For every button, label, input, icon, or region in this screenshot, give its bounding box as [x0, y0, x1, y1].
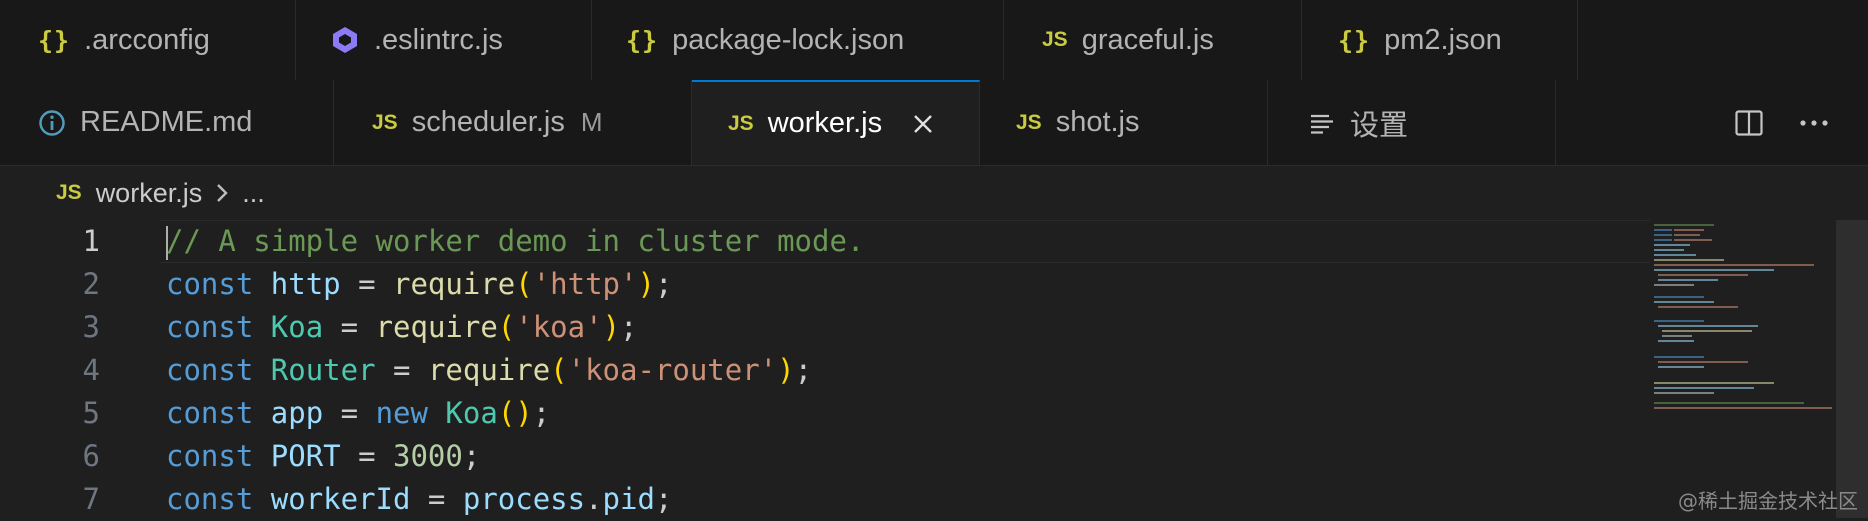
code-line: 3 const Koa = require('koa'); [0, 306, 1650, 349]
identifier-token: pid [602, 482, 655, 516]
eslint-icon [333, 27, 357, 53]
breadcrumb-more[interactable]: ... [242, 178, 265, 209]
tab-label: .eslintrc.js [374, 23, 503, 56]
tab-worker[interactable]: JS worker.js [692, 80, 980, 165]
json-braces-icon: {} [626, 25, 659, 55]
tab-arcconfig[interactable]: {} .arcconfig [0, 0, 296, 80]
paren-token: ) [777, 353, 795, 387]
tab-bar-row-1: {} .arcconfig .eslintrc.js {} package-lo… [0, 0, 1868, 80]
string-token: 'http' [532, 267, 638, 301]
line-number: 5 [82, 396, 100, 430]
paren-token: ( [515, 267, 533, 301]
keyword-token: const [166, 439, 254, 473]
line-number: 1 [82, 224, 100, 258]
tab-settings[interactable]: 设置 [1268, 80, 1556, 165]
tab-label: .arcconfig [84, 23, 210, 56]
comment-text: // A simple worker demo in cluster mode. [166, 224, 865, 258]
paren-token: ) [515, 396, 533, 430]
keyword-token: const [166, 310, 254, 344]
js-icon: JS [56, 181, 82, 204]
minimap[interactable] [1650, 220, 1835, 518]
class-token: Koa [270, 310, 324, 344]
code-line: 4 const Router = require('koa-router'); [0, 349, 1650, 392]
split-editor-icon[interactable] [1734, 108, 1764, 138]
tab-label: worker.js [767, 107, 883, 139]
info-icon [39, 109, 65, 136]
function-token: require [393, 267, 516, 301]
code-text: // A simple worker demo in cluster mode. [166, 220, 864, 263]
close-icon[interactable] [912, 113, 934, 135]
paren-token: ( [550, 353, 568, 387]
code-line: 2 const http = require('http'); [0, 263, 1650, 306]
class-token: Router [270, 353, 376, 387]
tab-label: pm2.json [1384, 23, 1502, 56]
code-text: const http = require('http'); [166, 267, 673, 301]
editor-actions [1568, 80, 1868, 165]
keyword-token: new [375, 396, 428, 430]
function-token: require [375, 310, 498, 344]
tab-eslintrc[interactable]: .eslintrc.js [296, 0, 592, 80]
json-braces-icon: {} [1338, 25, 1371, 55]
identifier-token: workerId [270, 482, 411, 516]
tab-graceful[interactable]: JS graceful.js [1004, 0, 1302, 80]
tab-scheduler[interactable]: JS scheduler.js M [334, 80, 692, 165]
line-number: 3 [82, 310, 100, 344]
vertical-scrollbar[interactable] [1836, 220, 1868, 518]
line-number: 6 [82, 439, 100, 473]
paren-token: ( [497, 396, 516, 430]
tab-package-lock[interactable]: {} package-lock.json [592, 0, 1004, 80]
more-actions-icon[interactable] [1798, 108, 1830, 138]
settings-list-icon [1311, 114, 1333, 134]
keyword-token: const [166, 267, 254, 301]
breadcrumb-file[interactable]: worker.js [96, 178, 203, 209]
code-line: 7 const workerId = process.pid; [0, 478, 1650, 521]
js-icon: JS [1042, 28, 1068, 51]
keyword-token: const [166, 396, 254, 430]
class-token: Koa [445, 396, 498, 430]
function-token: require [427, 353, 551, 387]
string-token: 'koa-router' [567, 353, 778, 387]
identifier-token: process [462, 482, 586, 516]
paren-token: ) [602, 310, 621, 344]
tab-label: shot.js [1055, 106, 1140, 138]
js-icon: JS [372, 110, 398, 134]
keyword-token: const [166, 353, 254, 387]
identifier-token: PORT [270, 439, 341, 473]
line-number: 2 [82, 267, 100, 301]
chevron-right-icon [217, 184, 228, 202]
watermark: @稀土掘金技术社区 [1678, 489, 1858, 513]
keyword-token: const [166, 482, 254, 516]
code-line: 6 const PORT = 3000; [0, 435, 1650, 478]
paren-token: ( [497, 310, 516, 344]
tab-label: README.md [80, 106, 253, 138]
tab-label: scheduler.js [411, 106, 565, 138]
tab-pm2[interactable]: {} pm2.json [1302, 0, 1578, 80]
line-number: 4 [82, 353, 100, 387]
code-text: const Koa = require('koa'); [166, 310, 638, 344]
tab-shot[interactable]: JS shot.js [980, 80, 1268, 165]
identifier-token: http [270, 267, 341, 301]
code-text: const PORT = 3000; [166, 439, 481, 473]
code-text: const workerId = process.pid; [166, 482, 673, 516]
tab-readme[interactable]: README.md [0, 80, 334, 165]
line-number: 7 [82, 482, 100, 516]
code-line: 5 const app = new Koa(); [0, 392, 1650, 435]
js-icon: JS [728, 111, 754, 135]
paren-token: ) [637, 267, 655, 301]
code-editor[interactable]: 1 // A simple worker demo in cluster mod… [0, 220, 1868, 518]
string-token: 'koa' [515, 310, 603, 344]
modified-badge: M [580, 107, 603, 137]
code-text: const app = new Koa(); [166, 396, 551, 430]
number-token: 3000 [393, 439, 463, 473]
breadcrumb: JS worker.js ... [0, 166, 1868, 220]
tab-label: graceful.js [1081, 23, 1214, 56]
code-text: const Router = require('koa-router'); [166, 353, 813, 387]
identifier-token: app [270, 396, 324, 430]
json-braces-icon: {} [38, 25, 71, 55]
scrollbar-thumb[interactable] [1836, 220, 1868, 518]
js-icon: JS [1016, 110, 1042, 134]
code-line: 1 // A simple worker demo in cluster mod… [0, 220, 1650, 263]
tab-label: package-lock.json [672, 23, 905, 56]
tab-label: 设置 [1350, 109, 1409, 142]
